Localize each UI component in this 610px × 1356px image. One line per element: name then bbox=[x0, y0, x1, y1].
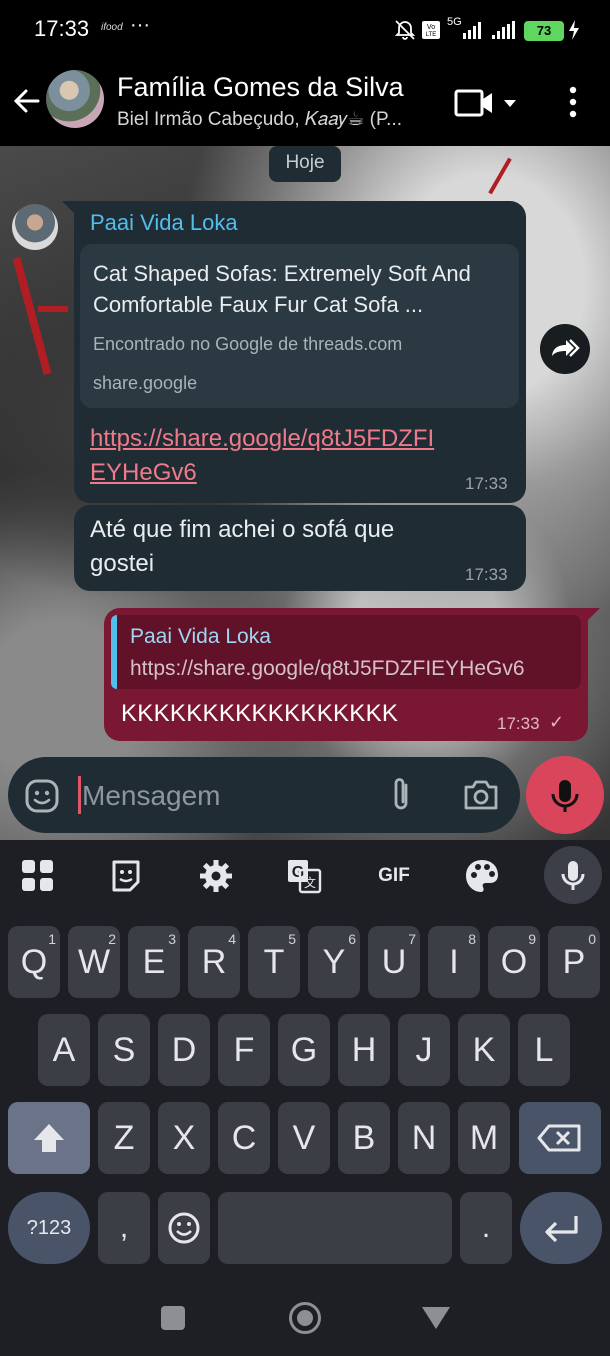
link-preview-domain: share.google bbox=[93, 373, 198, 393]
battery-icon: 73 bbox=[524, 21, 564, 41]
svg-text:Vo: Vo bbox=[427, 24, 435, 31]
gif-button[interactable]: GIF bbox=[372, 856, 416, 896]
message-time: 17:33 bbox=[465, 474, 508, 493]
svg-text:文: 文 bbox=[304, 875, 316, 890]
message-input[interactable] bbox=[82, 776, 372, 816]
key-y[interactable]: Y6 bbox=[308, 926, 360, 998]
palette-icon[interactable] bbox=[462, 856, 502, 896]
date-chip: Hoje bbox=[269, 146, 341, 182]
status-time: 17:33 bbox=[34, 16, 90, 41]
message-time: 17:33 bbox=[497, 714, 540, 733]
message-text: Até que fim achei o sofá que gostei bbox=[90, 516, 395, 577]
key-j[interactable]: J bbox=[398, 1014, 450, 1086]
enter-key-icon[interactable] bbox=[520, 1192, 602, 1264]
svg-text:LTE: LTE bbox=[426, 32, 437, 38]
volte-icon: Vo LTE bbox=[422, 21, 440, 39]
back-nav-icon[interactable] bbox=[422, 1307, 450, 1329]
svg-text:G: G bbox=[292, 864, 304, 881]
back-arrow-icon[interactable] bbox=[10, 84, 44, 118]
key-i[interactable]: I8 bbox=[428, 926, 480, 998]
key-z[interactable]: Z bbox=[98, 1102, 150, 1174]
link-preview-description: Encontrado no Google de threads.com bbox=[93, 334, 403, 354]
sticker-icon[interactable] bbox=[106, 856, 146, 896]
forward-icon[interactable] bbox=[540, 324, 590, 374]
key-w[interactable]: W2 bbox=[68, 926, 120, 998]
video-call-icon[interactable] bbox=[452, 86, 524, 120]
key-b[interactable]: B bbox=[338, 1102, 390, 1174]
key-x[interactable]: X bbox=[158, 1102, 210, 1174]
chat-header: Família Gomes da Silva Biel Irmão Cabeçu… bbox=[0, 62, 610, 146]
key-a[interactable]: A bbox=[38, 1014, 90, 1086]
chat-participants[interactable]: Biel Irmão Cabeçudo, 𝐾𝑎𝑎𝑦☕ (P... bbox=[117, 108, 431, 131]
group-avatar[interactable] bbox=[46, 70, 104, 128]
key-m[interactable]: M bbox=[458, 1102, 510, 1174]
message-time: 17:33 bbox=[465, 565, 508, 584]
keyboard bbox=[0, 840, 610, 1356]
sent-check-icon: ✓ bbox=[549, 712, 565, 732]
status-overflow: ··· bbox=[130, 14, 150, 36]
bubble-tail bbox=[586, 608, 600, 622]
emoji-key-icon[interactable] bbox=[158, 1192, 210, 1264]
key-n[interactable]: N bbox=[398, 1102, 450, 1174]
wifi-signal-icon bbox=[492, 21, 515, 39]
message-text: KKKKKKKKKKKKKKKKK bbox=[121, 700, 399, 727]
home-nav-dot bbox=[297, 1310, 313, 1326]
period-key[interactable]: . bbox=[460, 1192, 512, 1264]
voice-message-mic-icon[interactable] bbox=[526, 756, 604, 834]
quoted-text: https://share.google/q8tJ5FDZFIEYHeGv6 bbox=[130, 657, 525, 680]
key-h[interactable]: H bbox=[338, 1014, 390, 1086]
bell-off-icon bbox=[394, 20, 416, 40]
backspace-key-icon[interactable] bbox=[519, 1102, 601, 1174]
space-key[interactable] bbox=[218, 1192, 452, 1264]
key-u[interactable]: U7 bbox=[368, 926, 420, 998]
apps-grid-icon[interactable] bbox=[18, 856, 58, 896]
status-bar bbox=[0, 0, 610, 62]
key-g[interactable]: G bbox=[278, 1014, 330, 1086]
camera-icon[interactable] bbox=[462, 776, 500, 814]
key-r[interactable]: R4 bbox=[188, 926, 240, 998]
message-sender[interactable]: Paai Vida Loka bbox=[90, 210, 238, 236]
key-e[interactable]: E3 bbox=[128, 926, 180, 998]
wallpaper-mark bbox=[12, 257, 52, 375]
sender-avatar[interactable] bbox=[12, 204, 58, 250]
charging-icon bbox=[569, 20, 579, 40]
carrier-logo: ifood bbox=[101, 22, 123, 33]
more-options-icon[interactable] bbox=[560, 84, 586, 120]
attach-icon[interactable] bbox=[386, 776, 418, 814]
link-preview-title: Cat Shaped Sofas: Extremely Soft And Com… bbox=[93, 261, 471, 317]
key-l[interactable]: L bbox=[518, 1014, 570, 1086]
key-q[interactable]: Q1 bbox=[8, 926, 60, 998]
key-v[interactable]: V bbox=[278, 1102, 330, 1174]
key-o[interactable]: O9 bbox=[488, 926, 540, 998]
message-link[interactable]: https://share.google/q8tJ5FDZFIEYHeGv6 bbox=[90, 422, 450, 490]
wallpaper-mark bbox=[38, 306, 68, 312]
emoji-sticker-icon[interactable] bbox=[24, 778, 60, 814]
comma-key[interactable]: , bbox=[98, 1192, 150, 1264]
recents-nav-icon[interactable] bbox=[161, 1306, 185, 1330]
key-k[interactable]: K bbox=[458, 1014, 510, 1086]
symbols-key[interactable]: ?123 bbox=[8, 1192, 90, 1264]
key-p[interactable]: P0 bbox=[548, 926, 600, 998]
signal-icon bbox=[463, 22, 481, 39]
shift-key-icon[interactable] bbox=[8, 1102, 90, 1174]
text-cursor bbox=[78, 776, 81, 814]
chat-title[interactable]: Família Gomes da Silva bbox=[117, 72, 404, 103]
key-s[interactable]: S bbox=[98, 1014, 150, 1086]
settings-gear-icon[interactable] bbox=[196, 856, 236, 896]
mic-icon[interactable] bbox=[544, 846, 602, 904]
key-f[interactable]: F bbox=[218, 1014, 270, 1086]
key-c[interactable]: C bbox=[218, 1102, 270, 1174]
wallpaper-mark bbox=[488, 157, 512, 195]
key-d[interactable]: D bbox=[158, 1014, 210, 1086]
key-t[interactable]: T5 bbox=[248, 926, 300, 998]
translate-icon[interactable]: G 文 bbox=[284, 856, 324, 896]
quoted-sender: Paai Vida Loka bbox=[130, 625, 271, 648]
quote-accent-bar bbox=[111, 615, 117, 689]
